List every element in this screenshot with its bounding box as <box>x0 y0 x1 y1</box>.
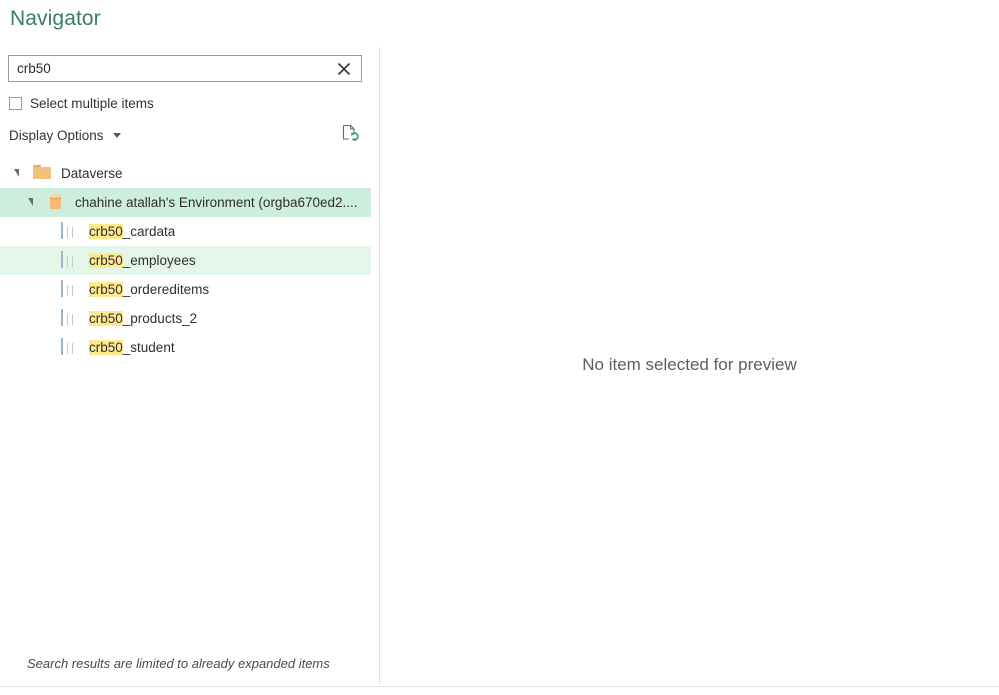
select-multiple-items-row[interactable]: Select multiple items <box>9 94 154 112</box>
preview-empty-message: No item selected for preview <box>582 355 797 374</box>
search-match-highlight: crb50 <box>89 253 123 268</box>
page-title: Navigator <box>10 7 101 30</box>
search-match-highlight: crb50 <box>89 282 123 297</box>
navigator-left-panel: Select multiple items Display Options Da… <box>0 44 379 686</box>
tree-node-crb50-products-2[interactable]: crb50_products_2 <box>0 304 371 333</box>
select-multiple-items-label: Select multiple items <box>30 95 154 111</box>
search-match-highlight: crb50 <box>89 340 123 355</box>
expand-collapse-icon[interactable] <box>14 168 25 179</box>
tree-node-environment[interactable]: chahine atallah's Environment (orgba670e… <box>0 188 371 217</box>
folder-icon <box>33 164 51 183</box>
clear-search-icon[interactable] <box>331 56 357 81</box>
tree-node-label-rest: _products_2 <box>122 311 198 326</box>
tree-node-label-rest: _ordereditems <box>122 282 210 297</box>
display-options-label: Display Options <box>9 127 104 143</box>
tree-node-label-rest: _employees <box>122 253 196 268</box>
select-multiple-items-checkbox[interactable] <box>9 96 22 110</box>
display-options-dropdown[interactable]: Display Options <box>9 125 121 145</box>
bottom-divider <box>0 686 999 687</box>
tree-node-crb50-cardata[interactable]: crb50_cardata <box>0 217 371 246</box>
tree-node-label: Dataverse <box>61 166 123 181</box>
tree-node-crb50-ordereditems[interactable]: crb50_ordereditems <box>0 275 371 304</box>
tree-node-label: crb50_ordereditems <box>89 282 209 297</box>
tree-node-crb50-employees[interactable]: crb50_employees <box>0 246 371 275</box>
table-icon <box>61 250 79 270</box>
search-match-highlight: crb50 <box>89 311 123 326</box>
tree-node-label: chahine atallah's Environment (orgba670e… <box>75 195 358 210</box>
tree-node-label: crb50_cardata <box>89 224 175 239</box>
expand-collapse-icon[interactable] <box>28 197 39 208</box>
table-icon <box>61 337 79 357</box>
tree-node-label-rest: _cardata <box>122 224 176 239</box>
chevron-down-icon <box>112 132 121 138</box>
search-box[interactable] <box>8 55 362 82</box>
table-icon <box>61 279 79 299</box>
tree-node-label: crb50_employees <box>89 253 196 268</box>
tree-node-label: crb50_student <box>89 340 175 355</box>
tree-node-dataverse[interactable]: Dataverse <box>0 159 371 188</box>
preview-panel: No item selected for preview <box>380 44 999 686</box>
refresh-preview-icon[interactable] <box>338 121 362 145</box>
tree-node-crb50-student[interactable]: crb50_student <box>0 333 371 362</box>
navigation-tree: Dataverse chahine atallah's Environment … <box>0 159 371 362</box>
tree-node-label-rest: _student <box>122 340 175 355</box>
table-icon <box>61 221 79 241</box>
table-icon <box>61 308 79 328</box>
database-icon <box>47 193 65 212</box>
search-match-highlight: crb50 <box>89 224 123 239</box>
search-limit-note: Search results are limited to already ex… <box>27 656 330 671</box>
search-input[interactable] <box>9 56 327 81</box>
tree-node-label: crb50_products_2 <box>89 311 197 326</box>
